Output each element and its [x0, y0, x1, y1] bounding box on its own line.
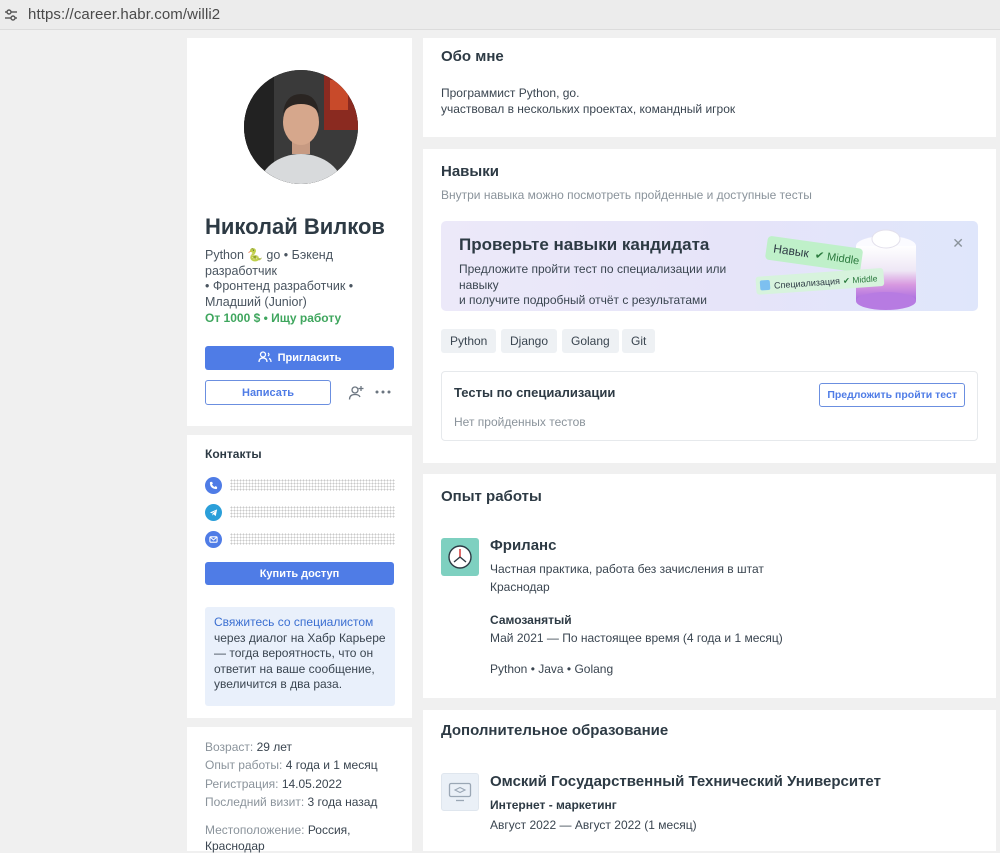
skills-card: Навыки Внутри навыка можно посмотреть пр… — [423, 149, 996, 463]
skills-title: Навыки — [441, 163, 499, 180]
invite-icon — [257, 350, 272, 366]
age-value: 29 лет — [256, 740, 293, 754]
company-desc: Частная практика, работа без зачисления … — [490, 562, 764, 576]
course-name: Интернет - маркетинг — [490, 798, 617, 812]
tests-empty: Нет пройденных тестов — [454, 415, 586, 429]
spec-line: Python 🐍 go • Бэкенд разработчик — [205, 248, 333, 278]
banner-line: и получите подробный отчёт с результатам… — [459, 293, 707, 307]
offer-test-button[interactable]: Предложить пройти тест — [819, 383, 965, 407]
exp-label: Опыт работы: — [205, 758, 283, 772]
invite-label: Пригласить — [277, 352, 342, 364]
site-settings-icon[interactable] — [0, 4, 22, 26]
skill-tag[interactable]: Git — [622, 329, 656, 353]
education-card: Дополнительное образование Омский Госуда… — [423, 710, 996, 851]
registration-row: Регистрация: 14.05.2022 — [205, 777, 342, 791]
banner-text: Предложите пройти тест по специализации … — [459, 262, 759, 309]
masked-telegram — [230, 506, 395, 518]
contact-phone — [205, 476, 395, 494]
about-line: Программист Python, go. — [441, 86, 580, 100]
specialization-tests: Тесты по специализации Нет пройденных те… — [441, 371, 978, 441]
write-button[interactable]: Написать — [205, 380, 331, 405]
contact-telegram — [205, 503, 395, 521]
university-name[interactable]: Омский Государственный Технический Униве… — [490, 773, 881, 790]
contact-specialist-link[interactable]: Свяжитесь со специалистом — [214, 615, 373, 629]
about-card: Обо мне Программист Python, go. участвов… — [423, 38, 996, 137]
company-name[interactable]: Фриланс — [490, 537, 556, 554]
experience-row: Опыт работы: 4 года и 1 месяц — [205, 758, 378, 772]
company-city: Краснодар — [490, 580, 550, 594]
banner-illustration: Навык ✔ Middle Специализация ✔ Middle — [755, 229, 916, 310]
skills-subtitle: Внутри навыка можно посмотреть пройденны… — [441, 188, 812, 202]
loc-label: Местоположение: — [205, 823, 305, 837]
age-label: Возраст: — [205, 740, 254, 754]
contact-hint: Свяжитесь со специалистом через диалог н… — [205, 607, 395, 706]
banner-line: Предложите пройти тест по специализации … — [459, 262, 727, 292]
skill-tag[interactable]: Django — [501, 329, 558, 353]
company-logo — [441, 538, 479, 576]
masked-email — [230, 533, 395, 545]
contacts-title: Контакты — [205, 447, 262, 461]
invite-button[interactable]: Пригласить — [205, 346, 394, 370]
position-period: Май 2021 — По настоящее время (4 года и … — [490, 631, 783, 645]
profile-card: Николай Вилков Python 🐍 go • Бэкенд разр… — [187, 38, 412, 426]
add-contact-icon[interactable] — [346, 382, 366, 402]
experience-card: Опыт работы Фриланс Частная практика, ра… — [423, 474, 996, 698]
skill-tag[interactable]: Python — [441, 329, 497, 353]
more-icon[interactable] — [373, 382, 393, 402]
age-row: Возраст: 29 лет — [205, 740, 292, 754]
telegram-icon — [205, 503, 222, 521]
location-row: Местоположение: Россия, — [205, 823, 351, 837]
tests-title: Тесты по специализации — [454, 385, 616, 400]
position-skills: Python • Java • Golang — [490, 662, 614, 676]
skill-test-banner: Проверьте навыки кандидата Предложите пр… — [441, 221, 978, 311]
visit-label: Последний визит: — [205, 795, 305, 809]
email-icon — [205, 530, 222, 548]
about-title: Обо мне — [441, 48, 504, 65]
user-name: Николай Вилков — [205, 214, 385, 239]
skill-tag[interactable]: Golang — [562, 329, 619, 353]
specialization: Python 🐍 go • Бэкенд разработчик • Фронт… — [205, 248, 401, 310]
course-period: Август 2022 — Август 2022 (1 месяц) — [490, 818, 697, 832]
reg-value: 14.05.2022 — [281, 777, 342, 791]
address-bar[interactable]: https://career.habr.com/willi2 — [0, 0, 1000, 30]
experience-title: Опыт работы — [441, 488, 542, 505]
salary-status: От 1000 $ • Ищу работу — [205, 311, 342, 325]
info-card: Возраст: 29 лет Опыт работы: 4 года и 1 … — [187, 727, 412, 853]
hint-text: через диалог на Хабр Карьере — тогда вер… — [214, 630, 386, 692]
reg-label: Регистрация: — [205, 777, 279, 791]
avatar — [244, 70, 358, 184]
banner-title: Проверьте навыки кандидата — [459, 235, 710, 254]
spec-line: • Фронтенд разработчик • — [205, 279, 354, 293]
spec-line: Младший (Junior) — [205, 294, 307, 309]
about-line: участвовал в нескольких проектах, команд… — [441, 102, 736, 116]
visit-value: 3 года назад — [307, 795, 378, 809]
masked-phone — [230, 479, 395, 491]
contact-email — [205, 530, 395, 548]
university-logo — [441, 773, 479, 811]
url-text: https://career.habr.com/willi2 — [28, 6, 221, 23]
buy-access-button[interactable]: Купить доступ — [205, 562, 394, 585]
close-icon[interactable]: ✕ — [952, 235, 964, 252]
loc-country: Россия, — [307, 823, 351, 837]
exp-value: 4 года и 1 месяц — [285, 758, 378, 772]
education-title: Дополнительное образование — [441, 722, 669, 739]
contacts-card: Контакты Купить доступ Свяжитесь со спец… — [187, 435, 412, 718]
phone-icon — [205, 476, 222, 494]
last-visit-row: Последний визит: 3 года назад — [205, 795, 377, 809]
position-title: Самозанятый — [490, 613, 572, 627]
